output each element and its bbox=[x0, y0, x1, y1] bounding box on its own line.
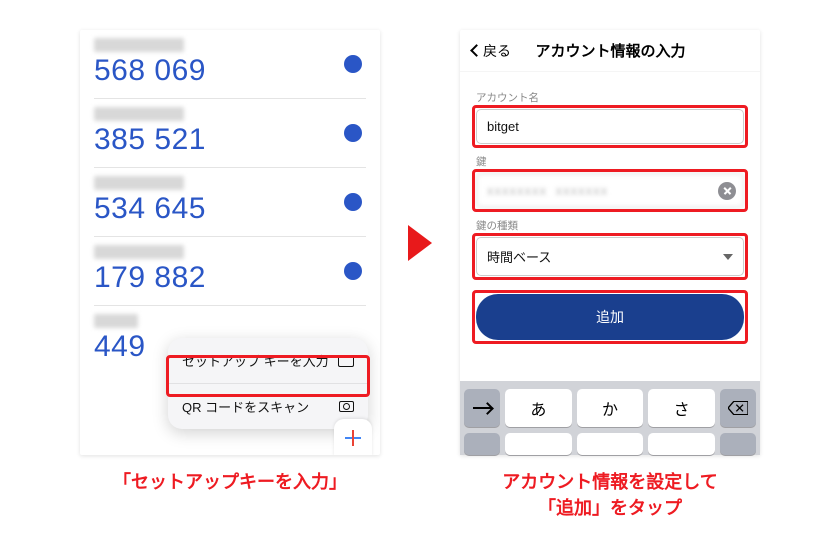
code-row[interactable]: 568 069 bbox=[94, 30, 366, 99]
arrow-right-icon bbox=[473, 407, 491, 409]
key-type-select[interactable]: 時間ベース bbox=[476, 237, 744, 276]
menu-enter-setup-key[interactable]: セットアップ キーを入力 bbox=[168, 338, 368, 384]
account-entry-screen: 戻る アカウント情報の入力 アカウント名 鍵 xxxxxxxx xxxxxxx … bbox=[460, 30, 760, 455]
key-stub[interactable] bbox=[648, 433, 715, 455]
label-key: 鍵 bbox=[476, 154, 744, 169]
menu-label: QR コードをスキャン bbox=[182, 397, 309, 416]
account-name-blur bbox=[94, 107, 184, 121]
key-stub[interactable] bbox=[505, 433, 572, 455]
key-input[interactable]: xxxxxxxx xxxxxxx bbox=[476, 173, 744, 208]
menu-label: セットアップ キーを入力 bbox=[182, 351, 329, 370]
page-title: アカウント情報の入力 bbox=[473, 40, 748, 61]
timer-icon bbox=[344, 124, 362, 142]
timer-icon bbox=[344, 55, 362, 73]
otp-code: 385 521 bbox=[94, 123, 366, 157]
code-row[interactable]: 534 645 bbox=[94, 168, 366, 237]
account-name-blur bbox=[94, 38, 184, 52]
keyboard-icon bbox=[338, 355, 354, 367]
key-stub[interactable] bbox=[720, 433, 756, 455]
select-value: 時間ベース bbox=[487, 247, 551, 266]
camera-icon bbox=[339, 401, 354, 412]
kana-key[interactable]: あ bbox=[505, 389, 572, 427]
caption-right: アカウント情報を設定して 「追加」をタップ bbox=[460, 469, 760, 521]
account-name-blur bbox=[94, 245, 184, 259]
add-button[interactable]: 追加 bbox=[476, 294, 744, 340]
key-stub[interactable] bbox=[464, 433, 500, 455]
navbar: 戻る アカウント情報の入力 bbox=[460, 30, 760, 72]
chevron-down-icon bbox=[723, 254, 733, 260]
code-row[interactable]: 179 882 bbox=[94, 237, 366, 306]
account-name-blur bbox=[94, 176, 184, 190]
key-backspace[interactable] bbox=[720, 389, 756, 427]
keyboard: あ か さ bbox=[460, 381, 760, 455]
otp-code: 534 645 bbox=[94, 192, 366, 226]
add-menu-popup: セットアップ キーを入力 QR コードをスキャン bbox=[168, 338, 368, 429]
otp-code: 568 069 bbox=[94, 54, 366, 88]
timer-icon bbox=[344, 193, 362, 211]
label-account: アカウント名 bbox=[476, 90, 744, 105]
backspace-icon bbox=[728, 401, 748, 415]
key-stub[interactable] bbox=[577, 433, 644, 455]
key-next[interactable] bbox=[464, 389, 500, 427]
authenticator-screen: 568 069 385 521 534 645 179 882 bbox=[80, 30, 380, 455]
add-button[interactable] bbox=[334, 419, 372, 455]
kana-key[interactable]: か bbox=[577, 389, 644, 427]
code-row[interactable]: 385 521 bbox=[94, 99, 366, 168]
otp-code: 179 882 bbox=[94, 261, 366, 295]
plus-icon bbox=[345, 430, 361, 446]
kana-key[interactable]: さ bbox=[648, 389, 715, 427]
account-name-input[interactable] bbox=[476, 109, 744, 144]
account-name-blur bbox=[94, 314, 138, 328]
clear-icon[interactable] bbox=[718, 182, 736, 200]
flow-arrow bbox=[408, 30, 432, 455]
arrow-right-icon bbox=[408, 225, 432, 261]
caption-left: 「セットアップキーを入力」 bbox=[80, 469, 380, 495]
timer-icon bbox=[344, 262, 362, 280]
label-type: 鍵の種類 bbox=[476, 218, 744, 233]
